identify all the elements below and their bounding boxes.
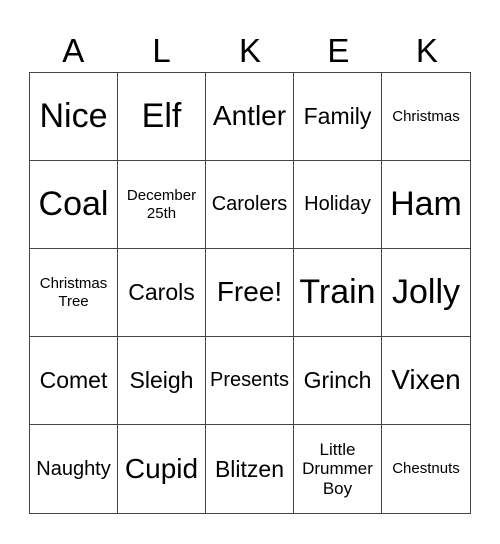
bingo-cell-text: Christmas Tree <box>39 275 108 310</box>
bingo-cell-text: Antler <box>212 100 287 132</box>
bingo-cell[interactable]: Sleigh <box>118 337 206 425</box>
bingo-cell[interactable]: Vixen <box>382 337 470 425</box>
bingo-cell[interactable]: Elf <box>118 73 206 161</box>
bingo-cell[interactable]: Ham <box>382 161 470 249</box>
bingo-cell-text: Elf <box>141 96 182 135</box>
bingo-cell-text: Naughty <box>36 457 111 480</box>
bingo-cell[interactable]: Coal <box>30 161 118 249</box>
bingo-cell-text: Chestnuts <box>392 460 460 478</box>
bingo-cell[interactable]: Christmas Tree <box>30 249 118 337</box>
bingo-grid: Nice Elf Antler Family Christmas Coal December… <box>29 72 471 514</box>
bingo-cell-text: Grinch <box>303 367 372 394</box>
bingo-cell-text: Coal <box>38 184 109 223</box>
bingo-cell[interactable]: Christmas <box>382 73 470 161</box>
bingo-cell[interactable]: Antler <box>206 73 294 161</box>
bingo-cell[interactable]: Train <box>294 249 382 337</box>
bingo-cell[interactable]: Carolers <box>206 161 294 249</box>
bingo-cell[interactable]: Carols <box>118 249 206 337</box>
bingo-cell[interactable]: Holiday <box>294 161 382 249</box>
bingo-cell-text: Blitzen <box>214 455 285 482</box>
header-letter: E <box>327 32 350 69</box>
bingo-cell-text: Little Drummer Boy <box>302 439 373 498</box>
bingo-cell-text: December 25th <box>126 187 197 222</box>
bingo-cell-text: Ham <box>390 184 462 223</box>
bingo-cell[interactable]: Blitzen <box>206 425 294 513</box>
bingo-cell[interactable]: December 25th <box>118 161 206 249</box>
bingo-cell[interactable]: Grinch <box>294 337 382 425</box>
bingo-cell-text: Carols <box>128 279 195 306</box>
bingo-cell[interactable]: Little Drummer Boy <box>294 425 382 513</box>
bingo-cell[interactable]: Family <box>294 73 382 161</box>
bingo-cell-text: Christmas <box>392 107 460 125</box>
header-letter: K <box>239 32 262 69</box>
bingo-cell-text: Family <box>303 103 372 130</box>
bingo-cell-text: Free! <box>216 276 283 308</box>
bingo-cell-text: Nice <box>39 96 108 135</box>
header-letter: L <box>152 32 171 69</box>
bingo-cell[interactable]: Free! <box>206 249 294 337</box>
bingo-cell-text: Carolers <box>211 193 288 215</box>
bingo-cell[interactable]: Jolly <box>382 249 470 337</box>
bingo-cell[interactable]: Comet <box>30 337 118 425</box>
bingo-cell-text: Cupid <box>124 452 199 484</box>
bingo-cell[interactable]: Naughty <box>30 425 118 513</box>
bingo-cell-text: Presents <box>210 369 289 391</box>
bingo-cell[interactable]: Nice <box>30 73 118 161</box>
bingo-cell-text: Train <box>299 272 376 311</box>
bingo-cell-text: Sleigh <box>129 367 194 394</box>
bingo-cell-text: Jolly <box>391 272 461 311</box>
bingo-cell[interactable]: Cupid <box>118 425 206 513</box>
header-letter: A <box>62 32 85 69</box>
bingo-cell[interactable]: Presents <box>206 337 294 425</box>
bingo-cell-text: Holiday <box>304 193 371 215</box>
bingo-cell-text: Vixen <box>391 364 461 396</box>
bingo-cell-text: Comet <box>39 367 108 394</box>
bingo-cell[interactable]: Chestnuts <box>382 425 470 513</box>
bingo-header: A L K E K <box>29 30 471 72</box>
header-letter: K <box>415 32 438 69</box>
